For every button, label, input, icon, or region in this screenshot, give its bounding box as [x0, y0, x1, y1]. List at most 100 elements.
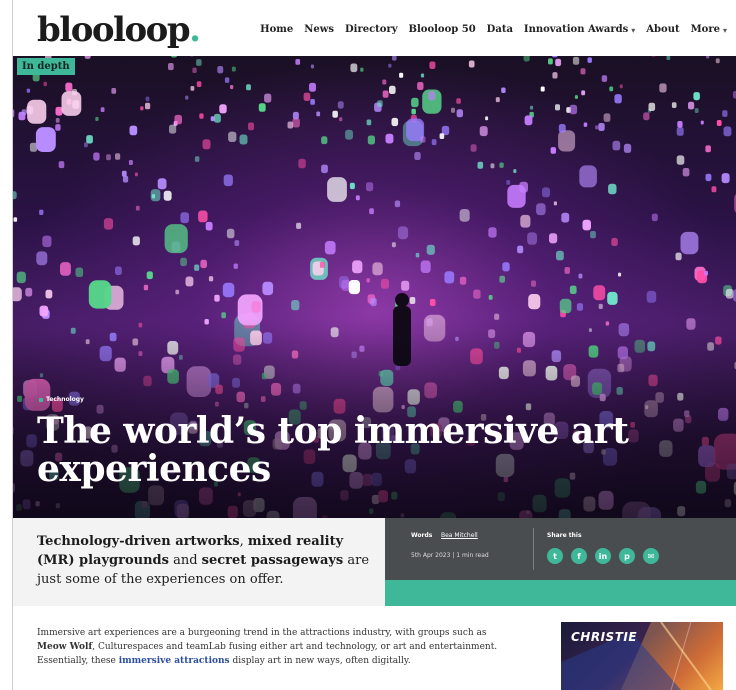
- lantern-shape: [192, 67, 197, 73]
- lantern-shape: [157, 178, 167, 190]
- lantern-shape: [185, 95, 189, 100]
- lantern-shape: [397, 226, 409, 240]
- nav-item-blooloop-50[interactable]: Blooloop 50: [409, 24, 476, 35]
- lantern-shape: [451, 107, 455, 113]
- lantern-shape: [47, 129, 53, 137]
- lantern-shape: [676, 127, 684, 136]
- lantern-shape: [569, 285, 577, 294]
- lantern-shape: [248, 122, 255, 131]
- lantern-shape: [355, 195, 360, 201]
- nav-item-directory[interactable]: Directory: [345, 24, 398, 35]
- immersive-attractions-link[interactable]: immersive attractions: [119, 656, 230, 666]
- lantern-shape: [499, 162, 504, 168]
- lantern-shape: [715, 58, 720, 64]
- email-icon[interactable]: ✉: [643, 548, 659, 564]
- lantern-shape: [716, 120, 722, 126]
- pinterest-icon[interactable]: p: [619, 548, 635, 564]
- facebook-icon[interactable]: f: [571, 548, 587, 564]
- lantern-shape: [100, 107, 105, 112]
- lantern-shape: [579, 165, 597, 188]
- lantern-shape: [310, 64, 314, 69]
- lantern-shape: [676, 155, 685, 165]
- christie-ad[interactable]: CHRISTIE: [561, 622, 723, 690]
- nav-item-about[interactable]: About: [646, 24, 679, 35]
- lantern-shape: [666, 56, 671, 60]
- lantern-shape: [540, 86, 545, 92]
- lantern-shape: [394, 200, 401, 208]
- author-link[interactable]: Bea Mitchell: [441, 532, 478, 539]
- lantern-shape: [140, 106, 144, 111]
- logo-text: blooloop: [37, 10, 191, 50]
- lantern-shape: [651, 213, 658, 222]
- lantern-shape: [409, 297, 416, 304]
- lantern-shape: [367, 135, 375, 145]
- share-label: Share this: [547, 532, 582, 539]
- lantern-shape: [185, 276, 194, 287]
- lantern-shape: [429, 299, 436, 306]
- nav-label: Directory: [344, 24, 398, 35]
- lantern-shape: [411, 97, 419, 108]
- in-depth-badge[interactable]: In depth: [17, 58, 75, 75]
- lantern-shape: [298, 158, 306, 169]
- lantern-shape: [553, 201, 557, 206]
- lantern-shape: [519, 181, 528, 193]
- lantern-shape: [414, 152, 421, 160]
- lantern-shape: [86, 135, 93, 144]
- lantern-shape: [479, 126, 488, 137]
- lantern-shape: [194, 264, 200, 271]
- lantern-shape: [420, 73, 425, 78]
- lantern-shape: [287, 121, 294, 129]
- lantern-shape: [349, 182, 355, 190]
- paragraph-text: display art in new ways, often digitally…: [229, 656, 411, 666]
- lantern-shape: [21, 109, 27, 116]
- lantern-shape: [321, 164, 328, 174]
- twitter-icon[interactable]: t: [547, 548, 563, 564]
- lantern-shape: [13, 287, 22, 302]
- lantern-shape: [572, 56, 580, 65]
- lantern-shape: [291, 300, 300, 311]
- lantern-shape: [581, 90, 586, 96]
- lantern-shape: [688, 101, 695, 110]
- lantern-shape: [501, 87, 506, 93]
- lantern-shape: [35, 127, 56, 152]
- nav-item-innovation-awards[interactable]: Innovation Awards ▾: [524, 24, 635, 35]
- lantern-shape: [725, 288, 734, 299]
- lantern-shape: [648, 102, 656, 111]
- nav-item-news[interactable]: News: [304, 24, 334, 35]
- lantern-shape: [25, 287, 33, 297]
- standfirst-bold-1: Technology-driven artworks: [37, 534, 240, 549]
- lantern-shape: [468, 60, 475, 68]
- lantern-shape: [700, 120, 704, 125]
- lantern-shape: [84, 142, 88, 148]
- lantern-shape: [391, 117, 399, 127]
- nav-item-home[interactable]: Home: [260, 24, 293, 35]
- lantern-shape: [115, 153, 121, 160]
- lantern-shape: [350, 63, 358, 73]
- nav-label: News: [304, 24, 334, 35]
- lantern-shape: [164, 224, 188, 254]
- lantern-shape: [528, 294, 541, 310]
- lantern-shape: [134, 172, 138, 177]
- lantern-shape: [401, 280, 410, 291]
- lantern-shape: [352, 260, 363, 274]
- linkedin-icon[interactable]: in: [595, 548, 611, 564]
- lantern-shape: [196, 59, 202, 66]
- nav-item-more[interactable]: More ▾: [691, 24, 727, 35]
- category-tag[interactable]: Technology: [39, 396, 84, 403]
- lantern-shape: [143, 284, 149, 291]
- lantern-shape: [502, 262, 510, 272]
- site-logo[interactable]: blooloop.: [37, 10, 201, 50]
- main-nav: Home News Directory Blooloop 50 Data Inn…: [260, 24, 727, 35]
- lantern-shape: [84, 56, 91, 59]
- standfirst-text: and: [168, 553, 202, 568]
- lantern-shape: [513, 169, 517, 173]
- lantern-shape: [694, 108, 699, 113]
- meow-wolf-mention: Meow Wolf: [37, 642, 93, 652]
- lantern-shape: [388, 63, 392, 68]
- lantern-shape: [549, 233, 558, 244]
- nav-item-data[interactable]: Data: [487, 24, 513, 35]
- lantern-shape: [601, 75, 608, 82]
- lantern-shape: [208, 276, 214, 282]
- lantern-shape: [224, 77, 230, 83]
- lantern-shape: [576, 303, 583, 311]
